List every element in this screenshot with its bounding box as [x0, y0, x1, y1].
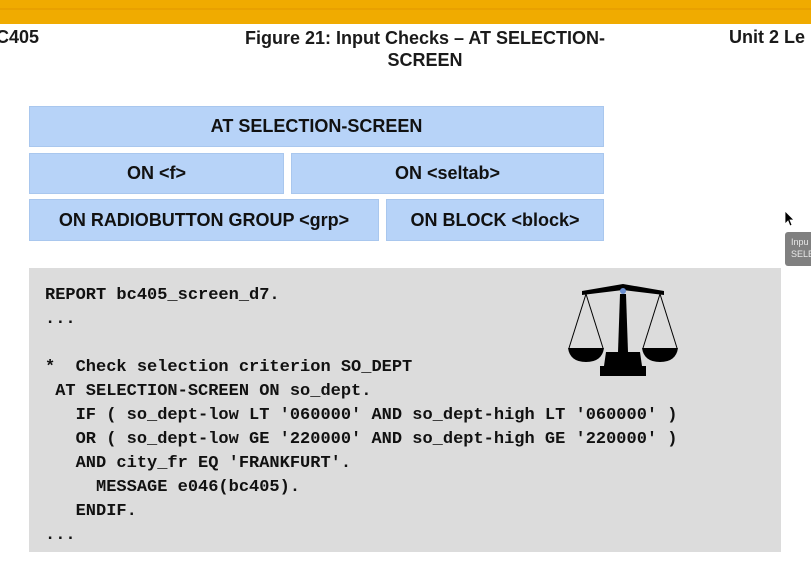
unit-label: Unit 2 Le — [729, 27, 806, 47]
code-line: ... — [45, 526, 76, 545]
code-line: * Check selection criterion SO_DEPT — [45, 358, 413, 377]
mouse-cursor-icon — [784, 210, 795, 227]
event-box-on-field: ON <f> — [29, 153, 284, 194]
course-code: C405 — [0, 27, 40, 47]
figure-title: Figure 21: Input Checks – AT SELECTION-S… — [244, 28, 606, 70]
top-accent-bar — [0, 0, 811, 24]
event-box-on-seltab: ON <seltab> — [291, 153, 604, 194]
hover-tooltip: Inpu SELE — [785, 232, 811, 266]
tooltip-line: Inpu — [791, 237, 809, 247]
code-line: REPORT bc405_screen_d7. — [45, 286, 280, 305]
code-line: ... — [45, 310, 76, 329]
tooltip-line: SELE — [791, 249, 811, 259]
code-line: MESSAGE e046(bc405). — [45, 478, 301, 497]
code-line: OR ( so_dept-low GE '220000' AND so_dept… — [45, 430, 678, 449]
code-line: AT SELECTION-SCREEN ON so_dept. — [45, 382, 372, 401]
top-accent-stripe — [0, 8, 811, 10]
code-line: ENDIF. — [45, 502, 137, 521]
scales-of-justice-icon — [568, 284, 678, 376]
event-box-at-selection-screen: AT SELECTION-SCREEN — [29, 106, 604, 147]
event-box-on-block: ON BLOCK <block> — [386, 199, 604, 241]
event-box-on-radiobutton-group: ON RADIOBUTTON GROUP <grp> — [29, 199, 379, 241]
code-line: IF ( so_dept-low LT '060000' AND so_dept… — [45, 406, 678, 425]
code-line: AND city_fr EQ 'FRANKFURT'. — [45, 454, 352, 473]
